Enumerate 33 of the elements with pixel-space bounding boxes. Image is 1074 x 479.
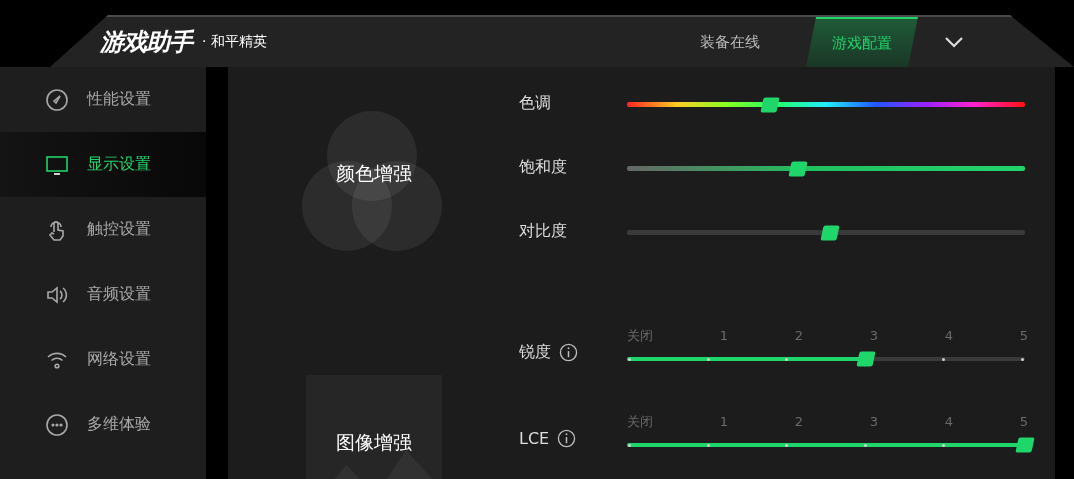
tick-label: 4 xyxy=(944,327,953,345)
tick-label: 2 xyxy=(794,413,803,431)
slider-thumb[interactable] xyxy=(820,225,840,240)
slider-thumb[interactable] xyxy=(856,351,876,367)
tab[interactable]: 游戏配置 xyxy=(806,17,918,67)
slider-thumb[interactable] xyxy=(1015,437,1035,453)
tick-label: 5 xyxy=(1019,327,1028,345)
gauge-icon xyxy=(45,87,69,112)
chevron-down-icon[interactable] xyxy=(944,36,964,48)
slider-thumb[interactable] xyxy=(788,161,808,176)
slider-thumb[interactable] xyxy=(760,97,780,112)
tick-label: 4 xyxy=(944,413,953,431)
game-name: · 和平精英 xyxy=(202,33,267,51)
tick-label: 1 xyxy=(719,327,728,345)
tab[interactable]: 装备在线 xyxy=(674,17,786,67)
section-title: 图像增强 xyxy=(335,430,412,454)
slider-label: 对比度 xyxy=(519,220,568,242)
slider-label: 色调 xyxy=(519,92,552,114)
tick-label: 3 xyxy=(869,413,878,431)
tick-label: 2 xyxy=(794,327,803,345)
tick-label: 关闭 xyxy=(627,327,653,345)
slider-label: 饱和度 xyxy=(519,156,568,178)
tick-label: 5 xyxy=(1019,413,1028,431)
more-icon xyxy=(45,412,69,437)
sidebar-item[interactable]: 显示设置 xyxy=(0,132,206,197)
tick-label: 1 xyxy=(719,413,728,431)
section-title: 颜色增强 xyxy=(335,161,412,186)
info-icon[interactable] xyxy=(557,428,577,448)
slider-label: LCE xyxy=(519,428,550,448)
info-icon[interactable] xyxy=(559,342,578,362)
tick-label: 3 xyxy=(869,327,878,345)
tick-label: 关闭 xyxy=(627,413,653,431)
slider-label: 锐度 xyxy=(519,341,551,363)
